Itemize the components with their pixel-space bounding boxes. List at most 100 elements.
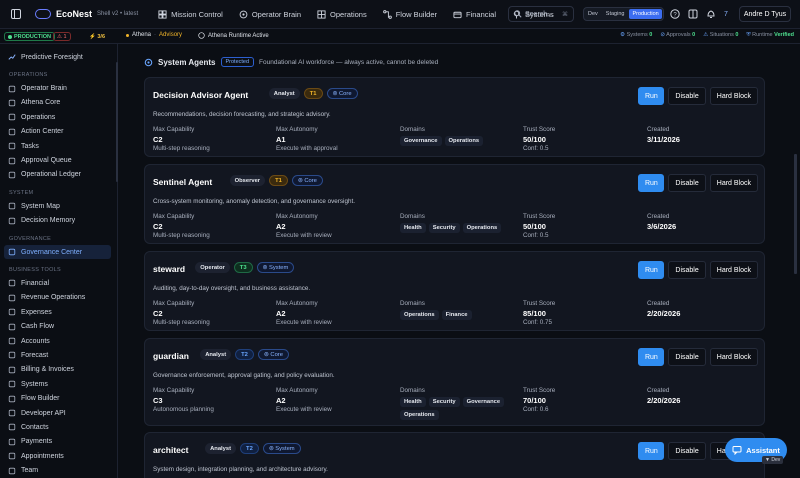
- nav-financial[interactable]: Financial: [447, 5, 502, 23]
- capability-desc: Multi-step reasoning: [153, 232, 210, 239]
- sidebar-item-flow-builder[interactable]: Flow Builder: [0, 391, 117, 405]
- sidebar-item-operator-brain[interactable]: Operator Brain: [0, 81, 117, 95]
- sidebar-item-athena-core[interactable]: Athena Core: [0, 96, 117, 110]
- breadcrumb-athena[interactable]: Athena: [132, 32, 151, 38]
- status-counters: ⚙ Systems 0 ⊘ Approvals 0 ⚠ Situations 0…: [620, 32, 794, 39]
- agent-chips: Analyst T2 ⊚ Core: [200, 349, 289, 360]
- sidebar-scrollbar[interactable]: [116, 62, 118, 182]
- grid-apps-icon[interactable]: [686, 7, 700, 21]
- sidebar-item-label: Predictive Foresight: [21, 53, 83, 61]
- disable-button[interactable]: Disable: [668, 348, 706, 366]
- breadcrumb-advisory[interactable]: Advisory: [159, 32, 182, 38]
- sidebar-item-governance-center[interactable]: Governance Center: [4, 244, 111, 260]
- search-input[interactable]: Search... ⌘: [508, 6, 574, 22]
- decision-memory-icon: [8, 217, 16, 224]
- capability-value: C2: [153, 222, 163, 231]
- run-button[interactable]: Run: [638, 261, 665, 279]
- capability-desc: Multi-step reasoning: [153, 319, 210, 326]
- sidebar-item-label: Developer API: [21, 409, 66, 417]
- sidebar-item-operational-ledger[interactable]: Operational Ledger: [0, 168, 117, 182]
- sidebar-item-action-center[interactable]: Action Center: [0, 125, 117, 139]
- main-scrollbar[interactable]: [794, 154, 797, 274]
- system-agents-header: System Agents Protected Foundational AI …: [144, 57, 438, 67]
- financial-icon: [8, 280, 16, 287]
- layer-label: Core: [304, 177, 317, 184]
- sidebar-section-title: GOVERNANCE: [9, 235, 52, 242]
- disable-button[interactable]: Disable: [668, 261, 706, 279]
- sidebar-item-accounts[interactable]: Accounts: [0, 334, 117, 348]
- sidebar-item-billing-invoices[interactable]: Billing & Invoices: [0, 363, 117, 377]
- layer-badge: ⊚ System: [256, 262, 295, 273]
- alert-badge[interactable]: ⚠ 1: [53, 32, 71, 41]
- env-production[interactable]: Production: [629, 9, 662, 19]
- env-staging[interactable]: Staging: [603, 9, 628, 19]
- sidebar-item-contacts[interactable]: Contacts: [0, 420, 117, 434]
- nav-operator-brain[interactable]: Operator Brain: [233, 5, 307, 23]
- grid-icon: [317, 9, 326, 19]
- user-menu-button[interactable]: Andre D Tyus: [739, 6, 791, 22]
- sidebar-item-approval-queue[interactable]: Approval Queue: [0, 153, 117, 167]
- status-dot-icon: [8, 34, 12, 39]
- sidebar-item-predictive-foresight[interactable]: Predictive Foresight: [0, 50, 117, 64]
- hard-block-button[interactable]: Hard Block: [709, 261, 758, 279]
- operational-ledger-icon: [8, 171, 16, 179]
- nav-label: Operator Brain: [251, 9, 302, 19]
- sidebar-item-forecast[interactable]: Forecast: [0, 348, 117, 362]
- env-dev[interactable]: Dev: [585, 9, 601, 19]
- trust-confidence: Conf: 0.5: [523, 145, 549, 152]
- sidebar-toggle-icon[interactable]: [10, 8, 22, 20]
- sidebar-item-label: Governance Center: [21, 248, 83, 256]
- nav-label: Mission Control: [171, 9, 223, 19]
- hard-block-button[interactable]: Hard Block: [709, 348, 758, 366]
- sidebar-item-financial[interactable]: Financial: [0, 276, 117, 290]
- sidebar-item-developer-api[interactable]: Developer API: [0, 406, 117, 420]
- payments-icon: [8, 438, 16, 445]
- sidebar-item-system-map[interactable]: System Map: [0, 199, 117, 213]
- layer-icon: ⊚: [332, 90, 338, 97]
- system-map-icon: [8, 203, 16, 210]
- expenses-icon: [8, 309, 16, 316]
- disable-button[interactable]: Disable: [668, 87, 706, 105]
- bell-icon[interactable]: [704, 7, 718, 21]
- run-button[interactable]: Run: [638, 442, 665, 460]
- sidebar-item-appointments[interactable]: Appointments: [0, 449, 117, 463]
- disable-button[interactable]: Disable: [668, 174, 706, 192]
- trust-confidence: Conf: 0.6: [523, 406, 549, 413]
- disable-button[interactable]: Disable: [668, 442, 706, 460]
- run-button[interactable]: Run: [638, 348, 665, 366]
- sidebar-item-revenue-operations[interactable]: Revenue Operations: [0, 291, 117, 305]
- sidebar-item-systems[interactable]: Systems: [0, 377, 117, 391]
- sidebar-item-decision-memory[interactable]: Decision Memory: [0, 214, 117, 228]
- layer-icon: ⊚: [297, 177, 303, 184]
- sidebar-item-cash-flow[interactable]: Cash Flow: [0, 319, 117, 333]
- sidebar-item-tasks[interactable]: Tasks: [0, 139, 117, 153]
- breadcrumb-separator: ·: [154, 32, 157, 38]
- billing-invoices-icon: [8, 366, 16, 374]
- flow-icon: [382, 9, 392, 19]
- sidebar-item-team[interactable]: Team: [0, 463, 117, 477]
- hard-block-button[interactable]: Hard Block: [709, 87, 758, 105]
- hard-block-button[interactable]: Hard Block: [709, 174, 758, 192]
- nav-mission-control[interactable]: Mission Control: [152, 5, 229, 23]
- help-icon[interactable]: ?: [668, 7, 682, 21]
- sidebar-item-payments[interactable]: Payments: [0, 435, 117, 449]
- created-column: Created 3/6/2026: [647, 213, 676, 231]
- forecast-icon: [8, 352, 16, 359]
- created-label: Created: [647, 126, 670, 133]
- capability-column: Max Capability C2 Multi-step reasoning: [153, 300, 210, 326]
- layer-badge: ⊚ System: [262, 443, 301, 454]
- nav-operations[interactable]: Operations: [311, 5, 373, 23]
- sidebar-item-expenses[interactable]: Expenses: [0, 305, 117, 319]
- operator-brain-icon: [8, 85, 16, 92]
- tier-badge: T1: [269, 175, 288, 186]
- shell-version: Shell v2 • latest: [97, 11, 139, 17]
- main-nav: Mission Control Operator Brain Operation…: [152, 5, 560, 23]
- brand-area: EcoNest Shell v2 • latest: [0, 8, 138, 20]
- sidebar-item-label: Contacts: [21, 423, 49, 431]
- run-button[interactable]: Run: [638, 87, 665, 105]
- sidebar-item-operations[interactable]: Operations: [0, 110, 117, 124]
- nav-flow-builder[interactable]: Flow Builder: [377, 5, 443, 23]
- layer-badge: ⊚ Core: [326, 88, 358, 99]
- run-button[interactable]: Run: [638, 174, 665, 192]
- sidebar-item-label: Operations: [21, 113, 56, 121]
